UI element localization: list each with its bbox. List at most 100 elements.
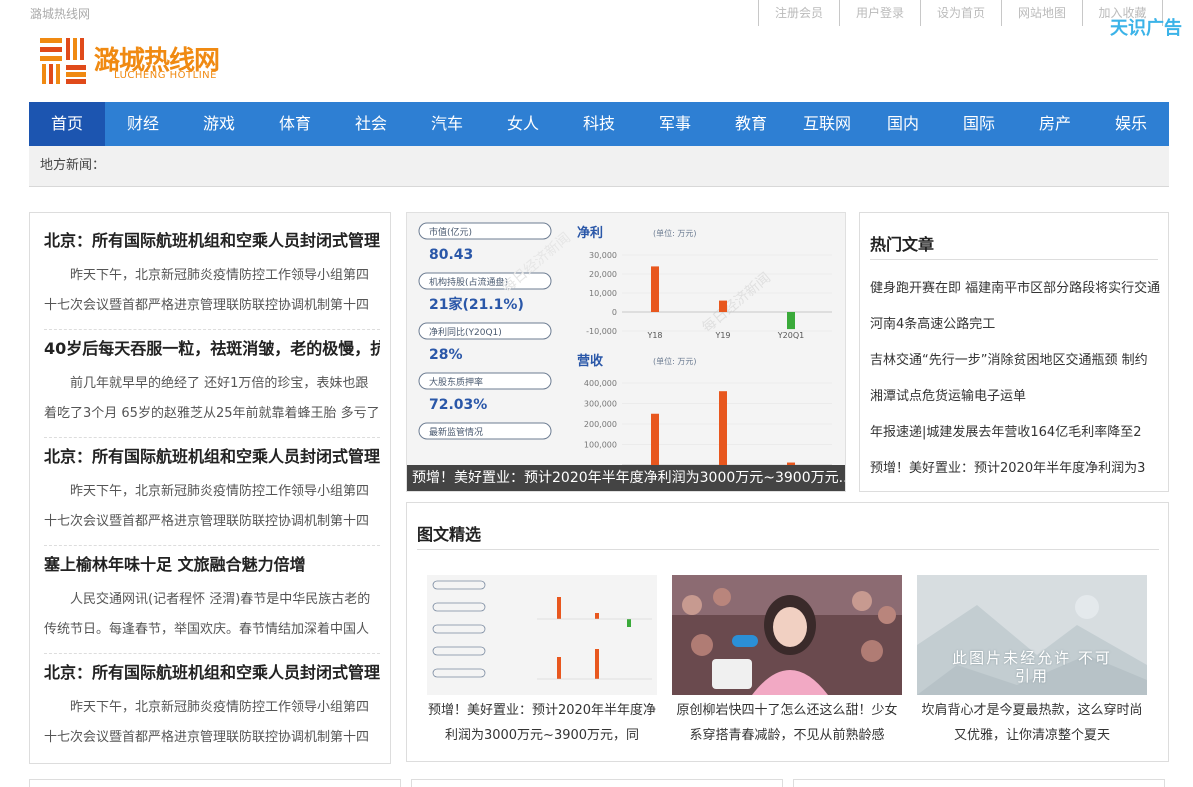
hot-item[interactable]: 年报速递|城建发展去年营收164亿毛利率降至2	[870, 421, 1160, 457]
hot-title: 热门文章	[870, 235, 935, 254]
site-logo[interactable]: 潞城热线网 LUCHENG HOTLINE	[40, 36, 240, 88]
article-title[interactable]: 北京：所有国际航班机组和空乘人员封闭式管理	[44, 229, 380, 253]
stat-value: 21家(21.1%)	[429, 296, 524, 313]
stat-label: 最新监管情况	[429, 426, 483, 438]
nav-item-international[interactable]: 国际	[941, 102, 1017, 146]
ad-label[interactable]: 天识广告	[1110, 14, 1182, 40]
chart-title: 营收	[577, 353, 604, 369]
picks-title: 图文精选	[417, 525, 482, 544]
stat-value: 28%	[429, 347, 463, 363]
hot-item[interactable]: 预增！美好置业：预计2020年半年度净利润为3	[870, 457, 1160, 493]
register-link[interactable]: 注册会员	[758, 0, 839, 26]
pick-caption[interactable]: 预增！美好置业：预计2020年半年度净利润为3000万元~3900万元，同	[427, 698, 657, 748]
article-title[interactable]: 40岁后每天吞服一粒，祛斑消皱，老的极慢，抗	[44, 337, 380, 361]
pick-image[interactable]	[672, 575, 902, 695]
chart-title: 净利	[577, 225, 603, 241]
article-title[interactable]: 塞上榆林年味十足 文旅融合魅力倍增	[44, 553, 380, 577]
nav-item-tech[interactable]: 科技	[561, 102, 637, 146]
hot-item[interactable]: 河南4条高速公路完工	[870, 313, 1160, 349]
list-item[interactable]: 40岁后每天吞服一粒，祛斑消皱，老的极慢，抗 前几年就早早的绝经了 还好1万倍的…	[44, 337, 380, 438]
stat-label: 净利同比(Y20Q1)	[429, 326, 502, 338]
bar	[719, 300, 727, 312]
nav-item-education[interactable]: 教育	[713, 102, 789, 146]
bottom-box	[793, 779, 1165, 787]
nav-item-internet[interactable]: 互联网	[789, 102, 865, 146]
list-item[interactable]: 北京：所有国际航班机组和空乘人员封闭式管理 昨天下午，北京新冠肺炎疫情防控工作领…	[44, 229, 380, 330]
slideshow[interactable]: 市值(亿元) 80.43 机构持股(占流通盘) 21家(21.1%) 净利同比(Y20Q…	[406, 212, 846, 492]
hot-item[interactable]: 健身跑开赛在即 福建南平市区部分路段将实行交通管制	[870, 277, 1160, 313]
hot-articles: 热门文章 健身跑开赛在即 福建南平市区部分路段将实行交通管制 河南4条高速公路完…	[859, 212, 1169, 492]
pick-caption[interactable]: 坎肩背心才是今夏最热款，这么穿时尚又优雅，让你清凉整个夏天	[917, 698, 1147, 748]
nav-item-home[interactable]: 首页	[29, 102, 105, 146]
article-summary: 昨天下午，北京新冠肺炎疫情防控工作领导小组第四十七次会议暨首都严格进京管理联防联…	[44, 484, 370, 529]
slide-image: 市值(亿元) 80.43 机构持股(占流通盘) 21家(21.1%) 净利同比(Y20Q…	[407, 213, 845, 466]
pick-thumbnail-photo	[672, 575, 902, 695]
stat-value: 72.03%	[429, 397, 487, 413]
stat-value: 80.43	[429, 247, 473, 263]
stat-label: 市值(亿元)	[429, 226, 472, 238]
nav-item-entertainment[interactable]: 娱乐	[1093, 102, 1169, 146]
y-tick-label: 400,000	[584, 379, 617, 388]
nav-item-society[interactable]: 社会	[333, 102, 409, 146]
bar	[787, 312, 795, 330]
top-links: 注册会员 用户登录 设为首页 网站地图 加入收藏	[758, 0, 1163, 26]
slide-caption[interactable]: 预增！美好置业：预计2020年半年度净利润为3000万元~3900万元...	[407, 465, 845, 491]
x-tick-label: Y18	[646, 331, 662, 340]
nav-item-finance[interactable]: 财经	[105, 102, 181, 146]
logo-subtext: LUCHENG HOTLINE	[114, 70, 217, 81]
list-item[interactable]: 北京：所有国际航班机组和空乘人员封闭式管理 昨天下午，北京新冠肺炎疫情防控工作领…	[44, 661, 380, 753]
nav-item-military[interactable]: 军事	[637, 102, 713, 146]
hot-item[interactable]: 湘潭试点危货运输电子运单	[870, 385, 1160, 421]
pick-item[interactable]: 原创柳岩快四十了怎么还这么甜！少女系穿搭青春减龄，不见从前熟龄感	[672, 575, 902, 748]
hot-item[interactable]: 吉林交通“先行一步”消除贫困地区交通瓶颈 制约	[870, 349, 1160, 385]
y-tick-label: 20,000	[589, 270, 617, 279]
stat-label: 机构持股(占流通盘)	[429, 276, 508, 288]
nav-item-women[interactable]: 女人	[485, 102, 561, 146]
article-summary: 前几年就早早的绝经了 还好1万倍的珍宝，表妹也跟着吃了3个月 65岁的赵雅芝从2…	[44, 376, 380, 421]
pick-item[interactable]: 此图片未经允许 不可引用 坎肩背心才是今夏最热款，这么穿时尚又优雅，让你清凉整个…	[917, 575, 1147, 748]
y-tick-label: 0	[612, 308, 617, 317]
divider	[44, 437, 380, 438]
pick-image[interactable]: 此图片未经允许 不可引用	[917, 575, 1147, 695]
nav-item-auto[interactable]: 汽车	[409, 102, 485, 146]
login-link[interactable]: 用户登录	[839, 0, 920, 26]
divider	[44, 329, 380, 330]
x-tick-label: Y20Q1	[777, 331, 804, 340]
local-news-label: 地方新闻：	[40, 158, 106, 173]
nav-item-sports[interactable]: 体育	[257, 102, 333, 146]
featured-picks: 图文精选 预增！美好置业：预计2020年半年度净利润为3000万元~3900万元…	[406, 502, 1169, 762]
y-tick-label: 200,000	[584, 420, 617, 429]
article-summary: 昨天下午，北京新冠肺炎疫情防控工作领导小组第四十七次会议暨首都严格进京管理联防联…	[44, 268, 370, 313]
list-item[interactable]: 塞上榆林年味十足 文旅融合魅力倍增 人民交通网讯(记者程怀 泾渭)春节是中华民族…	[44, 553, 380, 654]
y-tick-label: 10,000	[589, 289, 617, 298]
pick-caption[interactable]: 原创柳岩快四十了怎么还这么甜！少女系穿搭青春减龄，不见从前熟龄感	[672, 698, 902, 748]
divider	[44, 545, 380, 546]
x-tick-label: Y19	[714, 331, 730, 340]
nav-item-games[interactable]: 游戏	[181, 102, 257, 146]
pick-image[interactable]	[427, 575, 657, 695]
chart-unit: (单位: 万元)	[653, 356, 696, 366]
list-item[interactable]: 北京：所有国际航班机组和空乘人员封闭式管理 昨天下午，北京新冠肺炎疫情防控工作领…	[44, 445, 380, 546]
local-news-bar: 地方新闻：	[29, 146, 1169, 187]
placeholder-text: 此图片未经允许 不可引用	[952, 649, 1112, 685]
set-homepage-link[interactable]: 设为首页	[920, 0, 1001, 26]
pick-thumbnail-chart	[427, 575, 657, 695]
article-summary: 人民交通网讯(记者程怀 泾渭)春节是中华民族古老的传统节日。每逢春节，举国欢庆。…	[44, 592, 371, 637]
article-title[interactable]: 北京：所有国际航班机组和空乘人员封闭式管理	[44, 661, 380, 685]
bar	[651, 266, 659, 312]
y-tick-label: 30,000	[589, 251, 617, 260]
site-small-name: 潞城热线网	[30, 7, 91, 21]
pick-item[interactable]: 预增！美好置业：预计2020年半年度净利润为3000万元~3900万元，同	[427, 575, 657, 748]
article-title[interactable]: 北京：所有国际航班机组和空乘人员封闭式管理	[44, 445, 380, 469]
divider	[417, 549, 1159, 550]
bar	[651, 413, 659, 465]
nav-item-realestate[interactable]: 房产	[1017, 102, 1093, 146]
sitemap-link[interactable]: 网站地图	[1001, 0, 1082, 26]
page: 潞城热线网 注册会员 用户登录 设为首页 网站地图 加入收藏 天识广告 潞城热线…	[0, 0, 1193, 787]
main-nav: 首页 财经 游戏 体育 社会 汽车 女人 科技 军事 教育 互联网 国内 国际 …	[29, 102, 1169, 146]
chart-unit: (单位: 万元)	[653, 228, 696, 238]
nav-item-domestic[interactable]: 国内	[865, 102, 941, 146]
logo-mark-icon	[40, 38, 86, 84]
bottom-box	[411, 779, 783, 787]
divider	[870, 259, 1158, 260]
